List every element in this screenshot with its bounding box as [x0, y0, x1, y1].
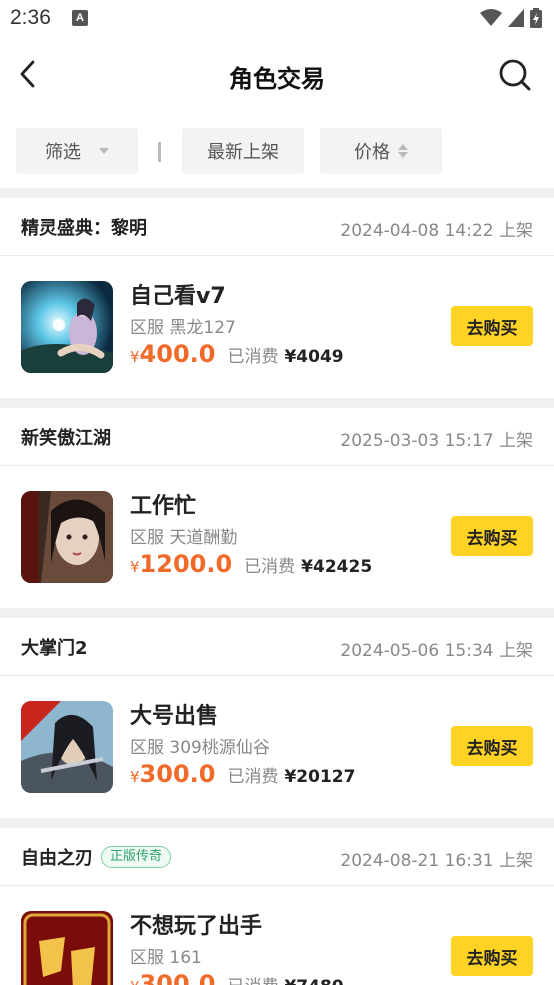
listing-time: 2024-08-21 16:31 上架: [340, 851, 533, 871]
role-title: 不想玩了出手: [130, 914, 263, 939]
sort-arrows-icon: [398, 144, 408, 158]
legend-game-icon: [21, 911, 113, 985]
price-row: ¥ 300.0 已消费 ¥7480: [130, 970, 344, 985]
spent-label: 已消费: [244, 557, 296, 577]
role-title: 自己看v7: [130, 284, 226, 309]
spent-label: 已消费: [227, 347, 279, 367]
listing-body: 大号出售 区服 309桃源仙谷 ¥ 300.0 已消费 ¥20127 去购买: [0, 676, 554, 818]
price: 300.0: [139, 970, 216, 985]
listing-header: 大掌门2 2024-05-06 15:34 上架: [0, 618, 554, 676]
buy-button[interactable]: 去购买: [451, 306, 533, 346]
section-gap: [0, 188, 554, 198]
top-nav: 角色交易: [0, 38, 554, 114]
server-label: 区服 309桃源仙谷: [130, 738, 270, 758]
game-name: 大掌门2: [21, 638, 88, 659]
role-title: 大号出售: [130, 704, 219, 729]
section-gap: [0, 608, 554, 618]
listing-header: 自由之刃 正版传奇 2024-08-21 16:31 上架: [0, 828, 554, 886]
price: 300.0: [139, 760, 216, 788]
spent-amount: ¥42425: [301, 557, 373, 577]
currency-symbol: ¥: [130, 978, 140, 985]
spent-label: 已消费: [227, 767, 279, 787]
listing-body: 不想玩了出手 区服 161 ¥ 300.0 已消费 ¥7480 去购买: [0, 886, 554, 985]
filter-dropdown[interactable]: 筛选: [16, 128, 138, 174]
price-row: ¥ 300.0 已消费 ¥20127: [130, 760, 355, 788]
status-bar: 2:36 A: [0, 0, 554, 38]
listing-time: 2024-05-06 15:34 上架: [340, 641, 533, 661]
listing-card[interactable]: 精灵盛典：黎明 2024-04-08 14:22 上架 自己看v7 区服 黑龙1…: [0, 198, 554, 398]
price: 400.0: [139, 340, 216, 368]
divider: [158, 142, 161, 162]
listing-header: 新笑傲江湖 2025-03-03 15:17 上架: [0, 408, 554, 466]
battery-icon: [530, 8, 542, 28]
sort-price-label: 价格: [354, 142, 390, 163]
swordswoman-game-icon: [21, 491, 113, 583]
wifi-icon: [480, 9, 502, 26]
listing-card[interactable]: 自由之刃 正版传奇 2024-08-21 16:31 上架 不想玩了出手 区服 …: [0, 828, 554, 985]
buy-button[interactable]: 去购买: [451, 726, 533, 766]
filter-bar: 筛选 最新上架 价格: [0, 114, 554, 188]
price: 1200.0: [139, 550, 233, 578]
sort-newest-button[interactable]: 最新上架: [182, 128, 304, 174]
section-gap: [0, 398, 554, 408]
search-icon: [499, 59, 531, 91]
page-title: 角色交易: [229, 65, 325, 93]
server-label: 区服 161: [130, 948, 202, 968]
role-title: 工作忙: [130, 494, 197, 519]
price-row: ¥ 1200.0 已消费 ¥42425: [130, 550, 372, 578]
server-label: 区服 黑龙127: [130, 318, 236, 338]
game-name: 新笑傲江湖: [21, 428, 111, 449]
currency-symbol: ¥: [130, 768, 140, 786]
spent-amount: ¥4049: [284, 347, 344, 367]
status-time: 2:36: [10, 6, 51, 29]
status-indicators: [480, 8, 542, 28]
official-tag: 正版传奇: [101, 846, 172, 868]
server-label: 区服 天道酬勤: [130, 528, 238, 548]
listing-body: 自己看v7 区服 黑龙127 ¥ 400.0 已消费 ¥4049 去购买: [0, 256, 554, 398]
spent-amount: ¥7480: [284, 977, 343, 985]
currency-symbol: ¥: [130, 558, 140, 576]
section-gap: [0, 818, 554, 828]
search-button[interactable]: [496, 56, 534, 94]
spent-amount: ¥20127: [284, 767, 356, 787]
listing-body: 工作忙 区服 天道酬勤 ¥ 1200.0 已消费 ¥42425 去购买: [0, 466, 554, 608]
price-row: ¥ 400.0 已消费 ¥4049: [130, 340, 344, 368]
listing-card[interactable]: 大掌门2 2024-05-06 15:34 上架 大号出售 区服 309桃源仙谷…: [0, 618, 554, 818]
listing-time: 2024-04-08 14:22 上架: [340, 221, 533, 241]
listing-header: 精灵盛典：黎明 2024-04-08 14:22 上架: [0, 198, 554, 256]
martial-hero-game-icon: [21, 701, 113, 793]
notification-icon: A: [72, 10, 88, 26]
fairy-game-icon: [21, 281, 113, 373]
spent-label: 已消费: [227, 972, 278, 985]
sort-newest-label: 最新上架: [207, 142, 279, 163]
game-name: 自由之刃 正版传奇: [21, 844, 172, 870]
buy-button[interactable]: 去购买: [451, 936, 533, 976]
filter-label: 筛选: [45, 142, 81, 163]
caret-down-icon: [99, 148, 109, 154]
buy-button[interactable]: 去购买: [451, 516, 533, 556]
game-name: 精灵盛典：黎明: [21, 218, 147, 239]
listing-time: 2025-03-03 15:17 上架: [340, 431, 533, 451]
listing-card[interactable]: 新笑傲江湖 2025-03-03 15:17 上架 工作忙 区服 天道酬勤 ¥ …: [0, 408, 554, 608]
signal-icon: [508, 9, 524, 27]
currency-symbol: ¥: [130, 348, 140, 366]
sort-price-button[interactable]: 价格: [320, 128, 442, 174]
